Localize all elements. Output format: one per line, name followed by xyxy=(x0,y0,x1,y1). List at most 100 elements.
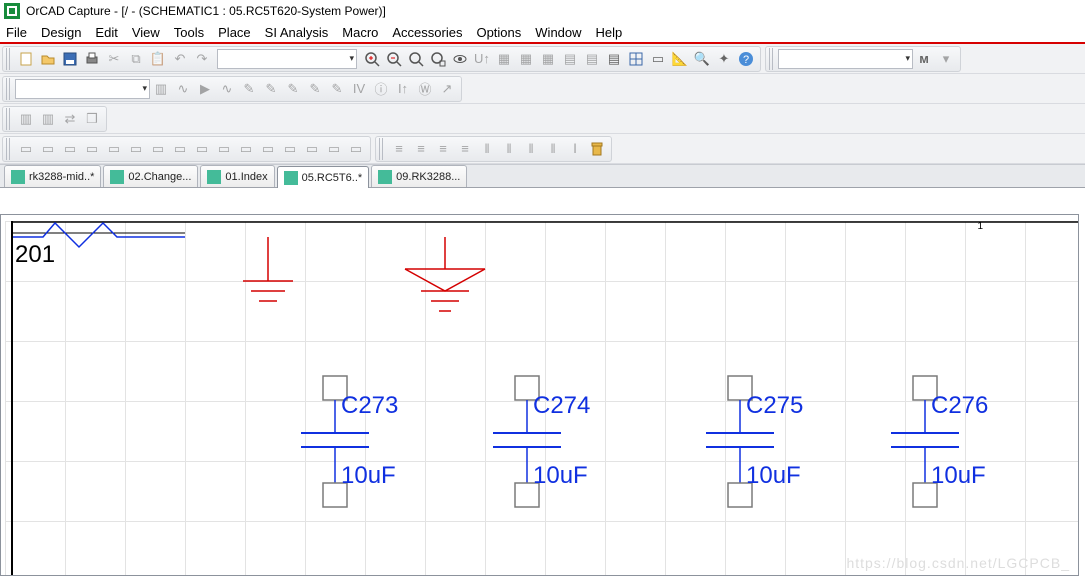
iv-icon[interactable]: IV xyxy=(348,78,370,100)
layers-icon[interactable]: ❒ xyxy=(81,108,103,130)
align-3-icon[interactable]: ≡ xyxy=(432,138,454,160)
uturn-icon[interactable]: U↑ xyxy=(471,48,493,70)
tab-01-index[interactable]: 01.Index xyxy=(200,165,274,187)
snap-1-icon[interactable]: ▦ xyxy=(493,48,515,70)
probe-3-icon[interactable]: ✎ xyxy=(282,78,304,100)
align-6-icon[interactable]: ‖ xyxy=(498,138,520,160)
t6-icon[interactable]: ▭ xyxy=(125,138,147,160)
menu-edit[interactable]: Edit xyxy=(95,25,117,40)
w-tool-icon[interactable]: Ⓦ xyxy=(414,78,436,100)
align-9-icon[interactable]: Ⅰ xyxy=(564,138,586,160)
align-8-icon[interactable]: ‖ xyxy=(542,138,564,160)
menu-window[interactable]: Window xyxy=(535,25,581,40)
align-2-icon[interactable]: ≡ xyxy=(410,138,432,160)
schematic-canvas[interactable]: 1 201 C27 xyxy=(5,221,1078,575)
menu-si-analysis[interactable]: SI Analysis xyxy=(265,25,329,40)
search-dropdown[interactable]: ▾ xyxy=(778,49,913,69)
schematic-viewport[interactable]: 1 201 C27 xyxy=(0,214,1079,576)
toolbar-handle[interactable] xyxy=(6,138,12,160)
tab-rk3288-mid[interactable]: rk3288-mid..* xyxy=(4,165,101,187)
t3-icon[interactable]: ▭ xyxy=(59,138,81,160)
eye-icon[interactable] xyxy=(449,48,471,70)
probe-5-icon[interactable]: ✎ xyxy=(326,78,348,100)
snap-2-icon[interactable]: ▦ xyxy=(515,48,537,70)
grid-toggle-icon[interactable] xyxy=(625,48,647,70)
help-icon[interactable]: ? xyxy=(735,48,757,70)
place-2-icon[interactable]: ▥ xyxy=(37,108,59,130)
align-7-icon[interactable]: ‖ xyxy=(520,138,542,160)
reference-dropdown[interactable]: ▾ xyxy=(217,49,357,69)
capacitor-C273[interactable]: C27310uF xyxy=(301,376,398,507)
print-icon[interactable] xyxy=(81,48,103,70)
capacitor-C276[interactable]: C27610uF xyxy=(891,376,988,507)
new-icon[interactable] xyxy=(15,48,37,70)
zoom-in-icon[interactable] xyxy=(361,48,383,70)
cut-icon[interactable]: ✂ xyxy=(103,48,125,70)
t1-icon[interactable]: ▭ xyxy=(15,138,37,160)
i-tool-icon[interactable]: I↑ xyxy=(392,78,414,100)
t13-icon[interactable]: ▭ xyxy=(279,138,301,160)
tab-05-rc5t6[interactable]: 05.RC5T6..* xyxy=(277,166,370,188)
toolbar-handle[interactable] xyxy=(6,48,12,70)
toolbar-handle[interactable] xyxy=(379,138,385,160)
undo-icon[interactable]: ↶ xyxy=(169,48,191,70)
probe-1-icon[interactable]: ✎ xyxy=(238,78,260,100)
sim-net-icon[interactable]: ▥ xyxy=(150,78,172,100)
align-5-icon[interactable]: ‖ xyxy=(476,138,498,160)
tab-09-rk3288[interactable]: 09.RK3288... xyxy=(371,165,467,187)
grid-1-icon[interactable]: ▤ xyxy=(559,48,581,70)
toolbar-handle[interactable] xyxy=(6,78,12,100)
place-1-icon[interactable]: ▥ xyxy=(15,108,37,130)
capacitor-C274[interactable]: C27410uF xyxy=(493,376,590,507)
align-4-icon[interactable]: ≡ xyxy=(454,138,476,160)
grid-2-icon[interactable]: ▤ xyxy=(581,48,603,70)
t8-icon[interactable]: ▭ xyxy=(169,138,191,160)
info-icon[interactable]: ⓘ xyxy=(370,78,392,100)
probe-2-icon[interactable]: ✎ xyxy=(260,78,282,100)
menu-tools[interactable]: Tools xyxy=(174,25,204,40)
t9-icon[interactable]: ▭ xyxy=(191,138,213,160)
binoculars-icon[interactable]: ᴍ xyxy=(913,48,935,70)
zoom-fit-icon[interactable] xyxy=(405,48,427,70)
t11-icon[interactable]: ▭ xyxy=(235,138,257,160)
ruler-icon[interactable]: 📐 xyxy=(669,48,691,70)
menu-view[interactable]: View xyxy=(132,25,160,40)
t5-icon[interactable]: ▭ xyxy=(103,138,125,160)
sim-profile-dropdown[interactable]: ▾ xyxy=(15,79,150,99)
capacitor-C275[interactable]: C27510uF xyxy=(706,376,803,507)
toolbar-handle[interactable] xyxy=(769,48,775,70)
t16-icon[interactable]: ▭ xyxy=(345,138,367,160)
search-caret-icon[interactable]: ▾ xyxy=(935,48,957,70)
menu-design[interactable]: Design xyxy=(41,25,81,40)
open-icon[interactable] xyxy=(37,48,59,70)
save-icon[interactable] xyxy=(59,48,81,70)
zoom-area-icon[interactable] xyxy=(427,48,449,70)
paste-icon[interactable]: 📋 xyxy=(147,48,169,70)
t2-icon[interactable]: ▭ xyxy=(37,138,59,160)
t4-icon[interactable]: ▭ xyxy=(81,138,103,160)
grid-3-icon[interactable]: ▤ xyxy=(603,48,625,70)
probe-4-icon[interactable]: ✎ xyxy=(304,78,326,100)
tab-02-change[interactable]: 02.Change... xyxy=(103,165,198,187)
menu-help[interactable]: Help xyxy=(596,25,623,40)
menu-place[interactable]: Place xyxy=(218,25,251,40)
menu-macro[interactable]: Macro xyxy=(342,25,378,40)
copy-icon[interactable]: ⧉ xyxy=(125,48,147,70)
snap-3-icon[interactable]: ▦ xyxy=(537,48,559,70)
cross-probe-icon[interactable]: ✦ xyxy=(713,48,735,70)
menu-accessories[interactable]: Accessories xyxy=(392,25,462,40)
mirror-icon[interactable]: ⇄ xyxy=(59,108,81,130)
align-1-icon[interactable]: ≡ xyxy=(388,138,410,160)
zoom-out-icon[interactable] xyxy=(383,48,405,70)
t14-icon[interactable]: ▭ xyxy=(301,138,323,160)
t7-icon[interactable]: ▭ xyxy=(147,138,169,160)
toolbar-handle[interactable] xyxy=(6,108,12,130)
find-icon[interactable]: 🔍 xyxy=(691,48,713,70)
arrow-icon[interactable]: ↗ xyxy=(436,78,458,100)
t12-icon[interactable]: ▭ xyxy=(257,138,279,160)
select-icon[interactable]: ▭ xyxy=(647,48,669,70)
menu-file[interactable]: File xyxy=(6,25,27,40)
menu-options[interactable]: Options xyxy=(476,25,521,40)
delete-icon[interactable] xyxy=(586,138,608,160)
t10-icon[interactable]: ▭ xyxy=(213,138,235,160)
